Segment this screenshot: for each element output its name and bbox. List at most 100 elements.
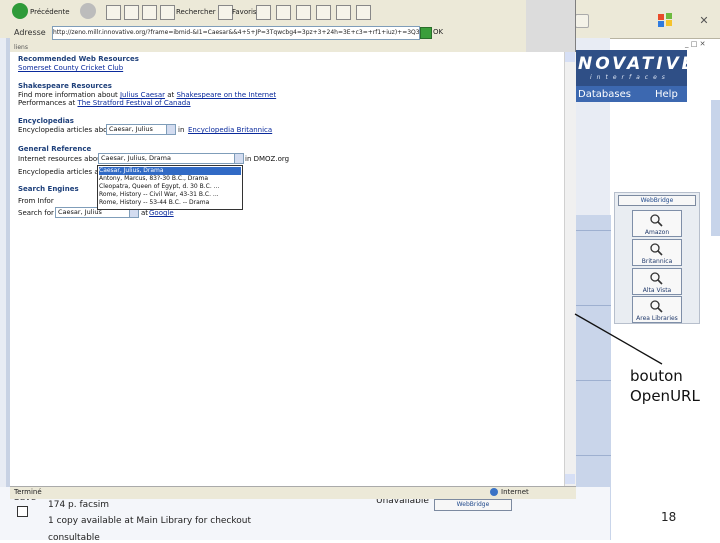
link-google[interactable]: Google	[149, 209, 174, 217]
mail-icon[interactable]	[276, 5, 291, 20]
webbridge-popup-window	[10, 0, 576, 499]
background-scrollbar[interactable]	[711, 100, 720, 236]
copy-availability: 1 copy available at Main Library for che…	[48, 516, 252, 526]
status-done-text: Terminé	[14, 488, 42, 496]
links-label[interactable]: liens	[14, 44, 28, 51]
webbridge-amazon-button[interactable]: Amazon	[632, 210, 682, 237]
at-text: at	[141, 209, 149, 217]
popup-scrollbar[interactable]	[564, 52, 576, 486]
link-stratford-festival[interactable]: The Stratford Festival of Canada	[78, 99, 191, 107]
shakespeare-line: Find more information about Julius Caesa…	[18, 91, 276, 99]
print-icon[interactable]	[296, 5, 311, 20]
dropdown-option[interactable]: Caesar, Julius, Drama	[99, 167, 241, 175]
row-divider	[575, 305, 611, 306]
link-julius-caesar[interactable]: Julius Caesar	[120, 91, 165, 99]
section-title-recommended: Recommended Web Resources	[18, 55, 139, 63]
annotation-line-2: OpenURL	[630, 387, 700, 405]
section-title-shakespeare: Shakespeare Resources	[18, 82, 112, 90]
go-arrow-icon[interactable]	[420, 27, 432, 39]
background-close-icon[interactable]: ✕	[697, 14, 711, 28]
performances-text: Performances at	[18, 99, 78, 107]
row-divider	[575, 380, 611, 381]
dropdown-option[interactable]: Rome, History -- Civil War, 43-31 B.C. .…	[99, 191, 241, 199]
magnifier-icon	[650, 272, 663, 285]
windows-flag-icon	[658, 13, 672, 27]
chevron-down-icon[interactable]	[234, 154, 243, 163]
scroll-up-icon[interactable]	[565, 52, 575, 62]
select-value: Caesar, Julius, Drama	[101, 154, 171, 162]
magnifier-icon	[650, 300, 663, 313]
webbridge-altavista-button[interactable]: Alta Vista	[632, 268, 682, 295]
search-button-label[interactable]: Rechercher	[176, 8, 216, 16]
stop-icon[interactable]	[106, 5, 121, 20]
row-divider	[575, 230, 611, 231]
openurl-button-annotation: bouton OpenURL	[630, 366, 720, 406]
nav-databases-link[interactable]: Databases	[578, 89, 631, 100]
back-button-label[interactable]: Précédente	[30, 8, 70, 16]
webbridge-button-label: Britannica	[641, 258, 673, 265]
encyclopedia-subject-select[interactable]: Caesar, Julius	[106, 124, 176, 135]
link-somerset-cricket[interactable]: Somerset County Cricket Club	[18, 64, 123, 72]
magnifier-icon	[650, 214, 663, 227]
favorites-icon[interactable]	[218, 5, 233, 20]
nav-help-link[interactable]: Help	[655, 89, 678, 100]
go-button-label[interactable]: OK	[433, 28, 443, 36]
section-title-encyclopedias: Encyclopedias	[18, 117, 74, 125]
refresh-icon[interactable]	[124, 5, 139, 20]
encyclopedia-articles-truncated: Encyclopedia articles abo	[18, 168, 108, 176]
scroll-down-icon[interactable]	[565, 474, 575, 484]
link-shakespeare-internet[interactable]: Shakespeare on the Internet	[176, 91, 276, 99]
status-zone-text: Internet	[501, 488, 529, 496]
dropdown-option[interactable]: Cleopatra, Queen of Egypt, d. 30 B.C. ..…	[99, 183, 241, 191]
slide-page-number: 18	[661, 510, 677, 524]
webbridge-header-button[interactable]: WebBridge	[618, 195, 696, 206]
subject-dropdown-list: Caesar, Julius, Drama Antony, Marcus, 83…	[97, 165, 243, 210]
webbridge-britannica-button[interactable]: Britannica	[632, 239, 682, 266]
folder-icon[interactable]	[336, 5, 351, 20]
webbridge-button-label: Amazon	[644, 229, 670, 236]
messenger-icon[interactable]	[356, 5, 371, 20]
consultable-text: consultable	[48, 533, 100, 543]
edit-icon[interactable]	[316, 5, 331, 20]
back-arrow-icon[interactable]	[12, 3, 28, 19]
background-toolbar-icons	[575, 14, 635, 28]
chevron-down-icon[interactable]	[166, 125, 175, 134]
dmoz-text: in DMOZ.org	[245, 155, 290, 163]
dropdown-option[interactable]: Rome, History -- 53-44 B.C. -- Drama	[99, 199, 241, 207]
address-input[interactable]: http://zeno.millr.innovative.org/?frame=…	[52, 26, 420, 40]
shakespeare-line-text: Find more information about	[18, 91, 120, 99]
webbridge-bottom-button[interactable]: WebBridge	[434, 499, 512, 511]
encyclopedia-in-text: in	[178, 126, 185, 134]
annotation-line-1: bouton	[630, 367, 683, 385]
dropdown-option[interactable]: Antony, Marcus, 83?-30 B.C., Drama	[99, 175, 241, 183]
webbridge-button-label: Area Libraries	[636, 315, 678, 322]
home-icon[interactable]	[142, 5, 157, 20]
forward-arrow-icon[interactable]	[80, 3, 96, 19]
magnifier-icon	[650, 243, 663, 256]
webbridge-area-libraries-button[interactable]: Area Libraries	[632, 296, 682, 323]
search-for-text: Search for	[18, 209, 54, 217]
webbridge-button-label: Alta Vista	[642, 287, 672, 294]
favorites-button-label[interactable]: Favoris	[232, 8, 257, 16]
innovative-logo-subtext: interfaces	[590, 74, 670, 81]
popup-title-strip	[526, 0, 575, 52]
record-description: 174 p. facsim	[48, 500, 110, 510]
section-title-search-engines: Search Engines	[18, 185, 79, 193]
select-value: Caesar, Julius	[58, 208, 102, 216]
links-bar	[10, 42, 526, 52]
save-checkbox[interactable]	[17, 506, 28, 517]
window-controls-icon[interactable]: _ □ ✕	[685, 40, 705, 48]
toolbar-icon[interactable]	[575, 14, 589, 28]
search-icon[interactable]	[160, 5, 175, 20]
general-reference-subject-select[interactable]: Caesar, Julius, Drama	[98, 153, 244, 164]
link-encyclopedia-britannica[interactable]: Encyclopedia Britannica	[188, 126, 272, 134]
address-label: Adresse	[14, 28, 46, 37]
shakespeare-line-text: at	[164, 91, 177, 99]
internet-resources-prefix: Internet resources about	[18, 155, 105, 163]
select-value: Caesar, Julius	[109, 125, 153, 133]
row-divider	[575, 455, 611, 456]
internet-zone-icon	[490, 488, 498, 496]
from-infor-text: From Infor	[18, 197, 54, 205]
section-title-general-reference: General Reference	[18, 145, 92, 153]
history-icon[interactable]	[256, 5, 271, 20]
